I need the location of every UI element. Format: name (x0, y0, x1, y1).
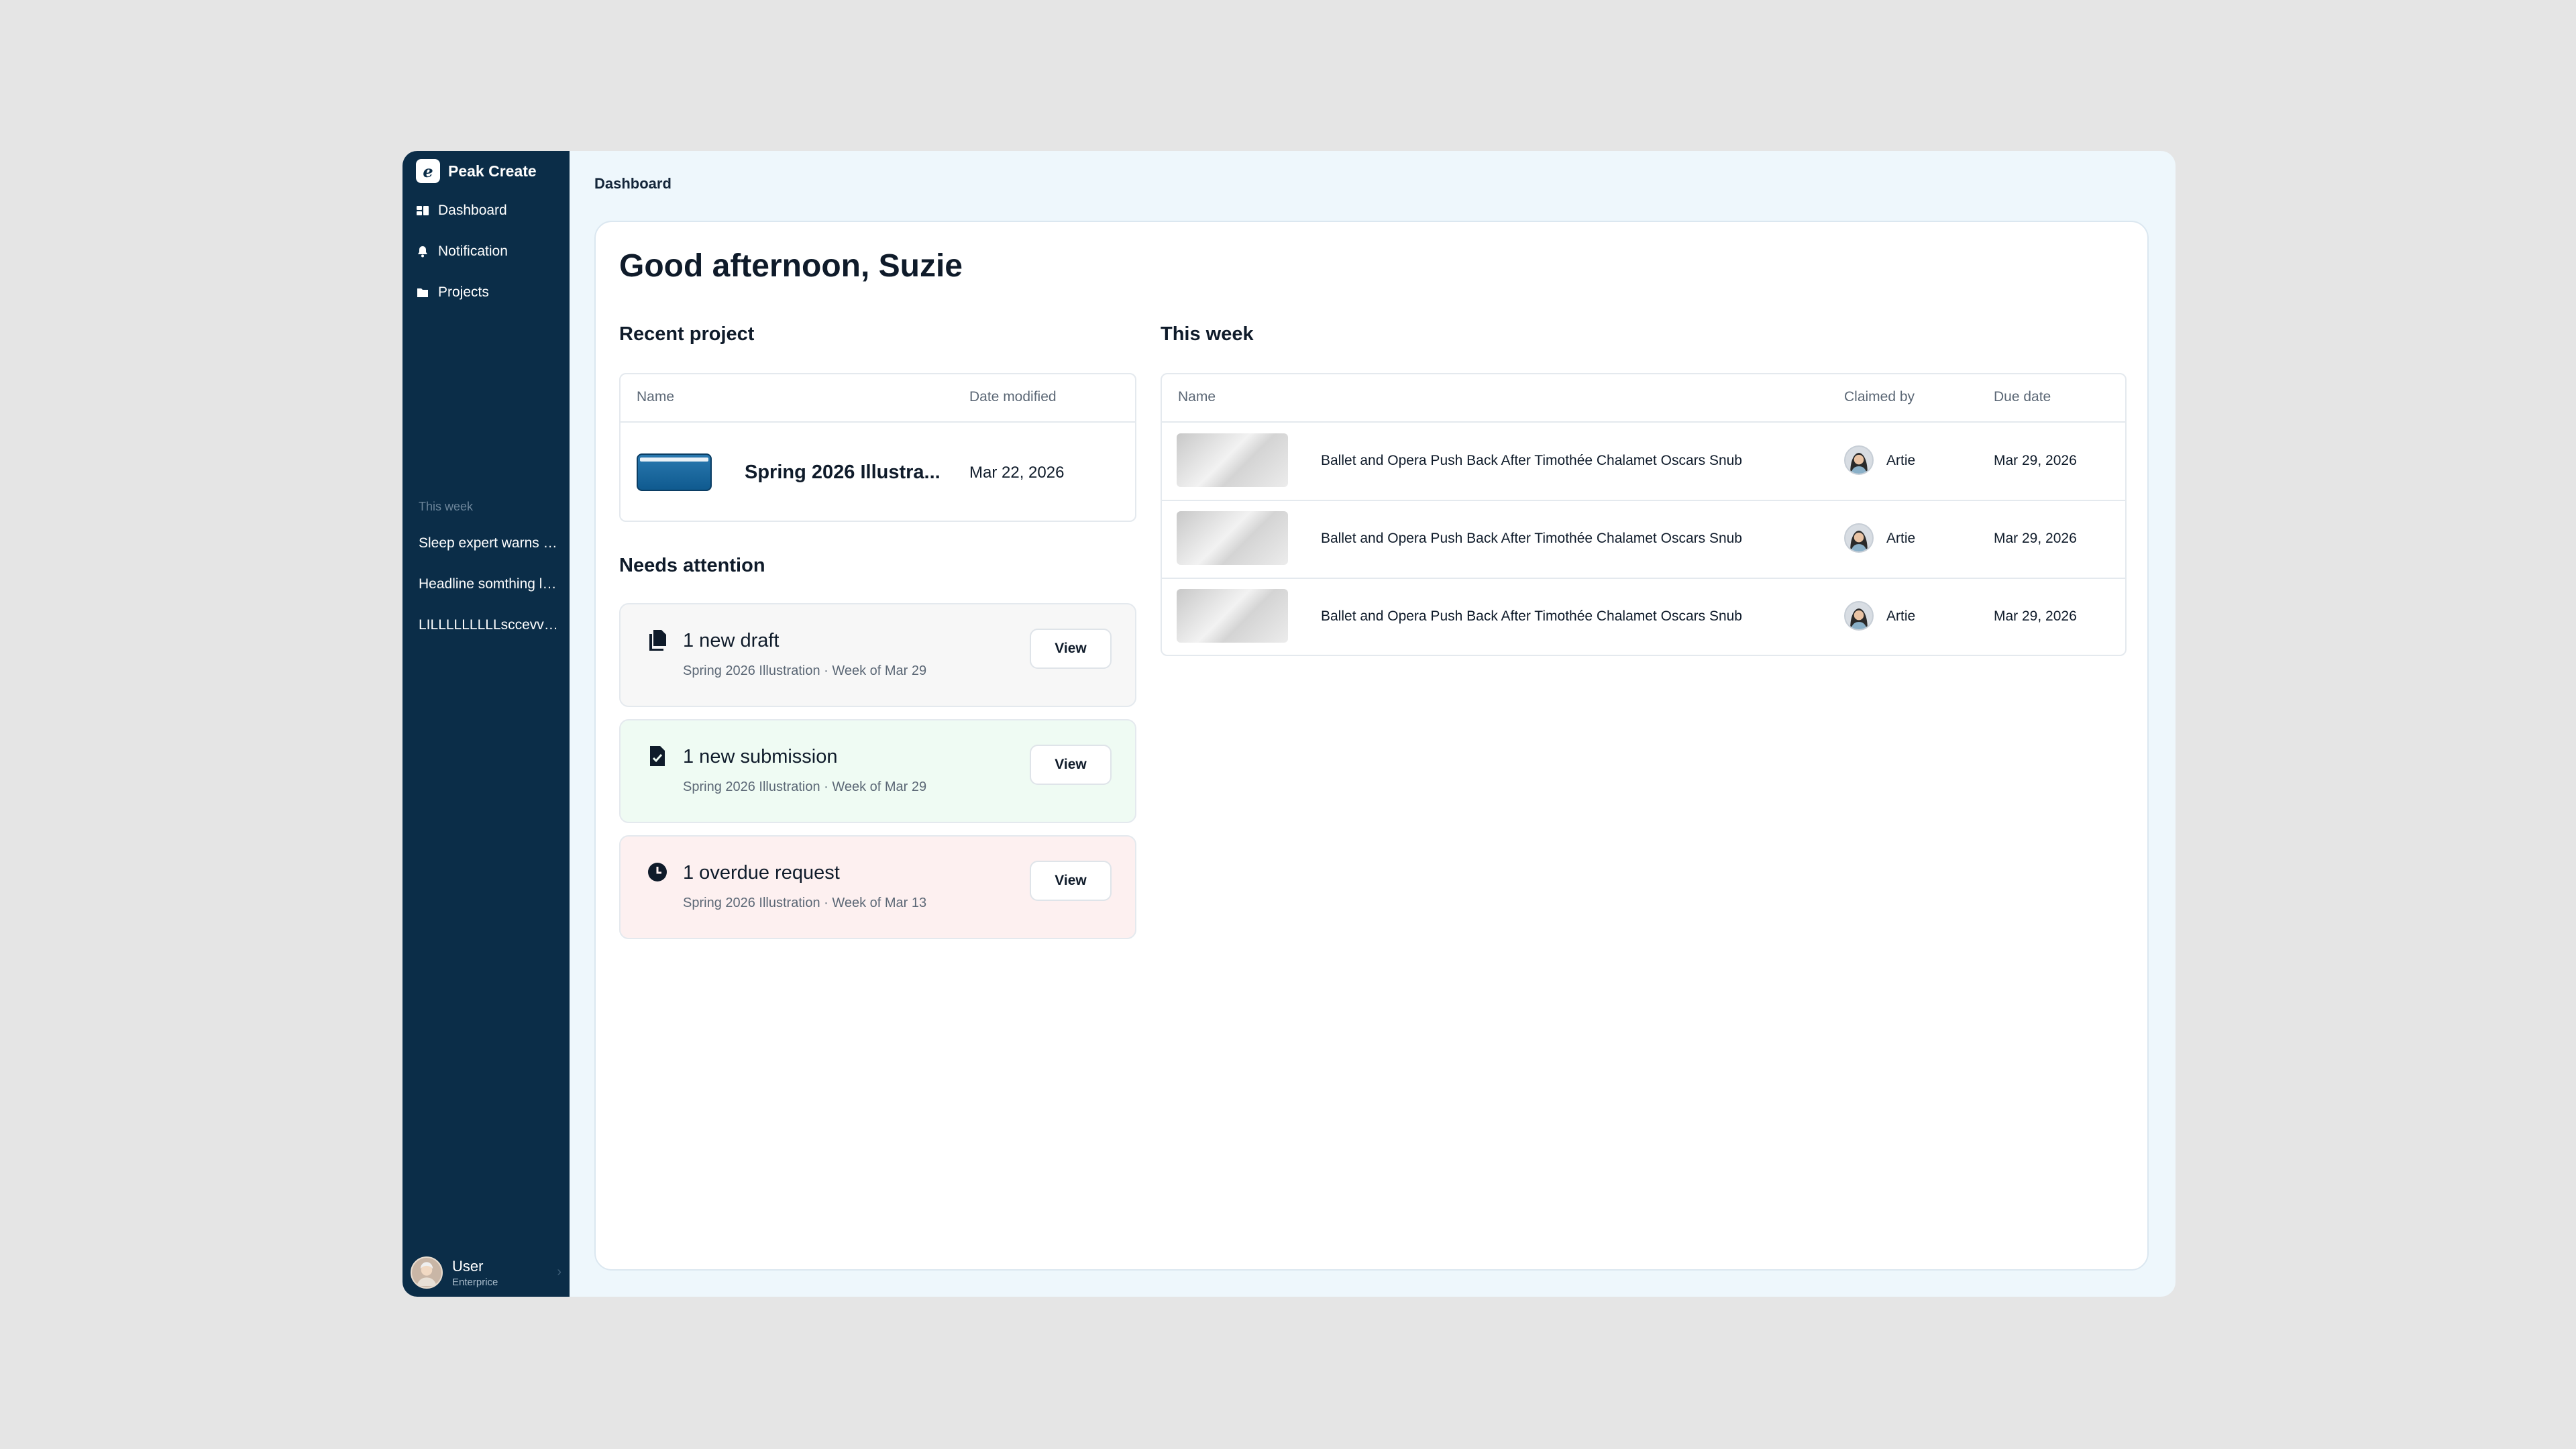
column-header-due-date: Due date (1994, 389, 2051, 405)
avatar (411, 1256, 443, 1289)
claimed-by-name: Artie (1886, 531, 1916, 546)
sidebar: e Peak Create Dashboard Notification Pro… (402, 151, 570, 1297)
attention-card-submission: 1 new submission Spring 2026 Illustratio… (619, 719, 1136, 823)
sidebar-item-projects[interactable]: Projects (416, 284, 489, 301)
folder-icon (416, 286, 429, 299)
view-button[interactable]: View (1030, 629, 1112, 669)
attention-subtitle: Spring 2026 Illustration · Week of Mar 2… (683, 780, 927, 794)
divider (1162, 500, 2125, 501)
needs-attention-title: Needs attention (619, 555, 765, 576)
view-button[interactable]: View (1030, 861, 1112, 901)
this-week-title: This week (1161, 323, 1254, 345)
dashboard-card: Good afternoon, Suzie Recent project Nam… (594, 221, 2149, 1271)
sidebar-recent-item[interactable]: LILLLLLLLLLsccevvvvv (419, 617, 559, 633)
recent-project-table: Name Date modified Spring 2026 Illustra.… (619, 373, 1136, 522)
divider (621, 421, 1135, 423)
sidebar-item-label: Notification (438, 244, 508, 259)
avatar (1844, 445, 1874, 475)
attention-title: 1 overdue request (683, 862, 840, 883)
main-content: Dashboard Good afternoon, Suzie Recent p… (570, 151, 2176, 1297)
divider (1162, 578, 2125, 579)
attention-title: 1 new submission (683, 746, 838, 767)
avatar (1844, 523, 1874, 553)
story-name: Ballet and Opera Push Back After Timothé… (1321, 608, 1742, 624)
due-date: Mar 29, 2026 (1994, 531, 2077, 546)
app-window: e Peak Create Dashboard Notification Pro… (402, 151, 2176, 1297)
due-date: Mar 29, 2026 (1994, 453, 2077, 468)
attention-subtitle: Spring 2026 Illustration · Week of Mar 1… (683, 896, 927, 910)
story-thumbnail (1177, 511, 1288, 565)
project-thumbnail (637, 453, 712, 491)
project-name: Spring 2026 Illustra... (745, 462, 941, 483)
user-name: User (452, 1257, 484, 1275)
copy-document-icon (647, 629, 667, 651)
view-button[interactable]: View (1030, 745, 1112, 785)
breadcrumb: Dashboard (594, 175, 672, 192)
story-name: Ballet and Opera Push Back After Timothé… (1321, 531, 1742, 546)
attention-subtitle: Spring 2026 Illustration · Week of Mar 2… (683, 663, 927, 678)
brand-name: Peak Create (448, 162, 537, 180)
claimed-by-name: Artie (1886, 453, 1916, 468)
recent-project-title: Recent project (619, 323, 755, 345)
story-thumbnail (1177, 589, 1288, 643)
bell-icon (416, 245, 429, 258)
column-header-date-modified: Date modified (969, 389, 1057, 405)
sidebar-item-notification[interactable]: Notification (416, 244, 508, 260)
dashboard-icon (416, 204, 429, 217)
clock-icon (647, 861, 667, 883)
sidebar-item-dashboard[interactable]: Dashboard (416, 203, 507, 219)
story-name: Ballet and Opera Push Back After Timothé… (1321, 453, 1742, 468)
user-plan: Enterprice (452, 1276, 498, 1288)
this-week-table: Name Claimed by Due date Ballet and Oper… (1161, 373, 2127, 656)
brand-logo-icon: e (416, 159, 440, 183)
sidebar-item-label: Projects (438, 284, 489, 300)
brand[interactable]: e Peak Create (416, 159, 537, 183)
column-header-claimed-by: Claimed by (1844, 389, 1915, 405)
chevron-right-icon: › (557, 1265, 561, 1279)
sidebar-recent-item[interactable]: Sleep expert warns about screens before … (419, 535, 559, 551)
story-thumbnail (1177, 433, 1288, 487)
attention-card-draft: 1 new draft Spring 2026 Illustration · W… (619, 603, 1136, 707)
avatar (1844, 601, 1874, 631)
sidebar-item-label: Dashboard (438, 203, 507, 218)
claimed-by-name: Artie (1886, 608, 1916, 624)
sidebar-section-label: This week (419, 500, 474, 513)
due-date: Mar 29, 2026 (1994, 608, 2077, 624)
attention-title: 1 new draft (683, 630, 780, 651)
attention-card-overdue: 1 overdue request Spring 2026 Illustrati… (619, 835, 1136, 939)
page-title: Good afternoon, Suzie (619, 248, 963, 284)
divider (1162, 421, 2125, 423)
column-header-name: Name (637, 389, 675, 405)
sidebar-recent-item[interactable]: Headline somthing long enough to truncat… (419, 576, 559, 592)
column-header-name: Name (1178, 389, 1216, 405)
document-check-icon (647, 745, 667, 767)
user-menu[interactable]: User Enterprice › (411, 1256, 561, 1289)
project-date: Mar 22, 2026 (969, 464, 1065, 482)
